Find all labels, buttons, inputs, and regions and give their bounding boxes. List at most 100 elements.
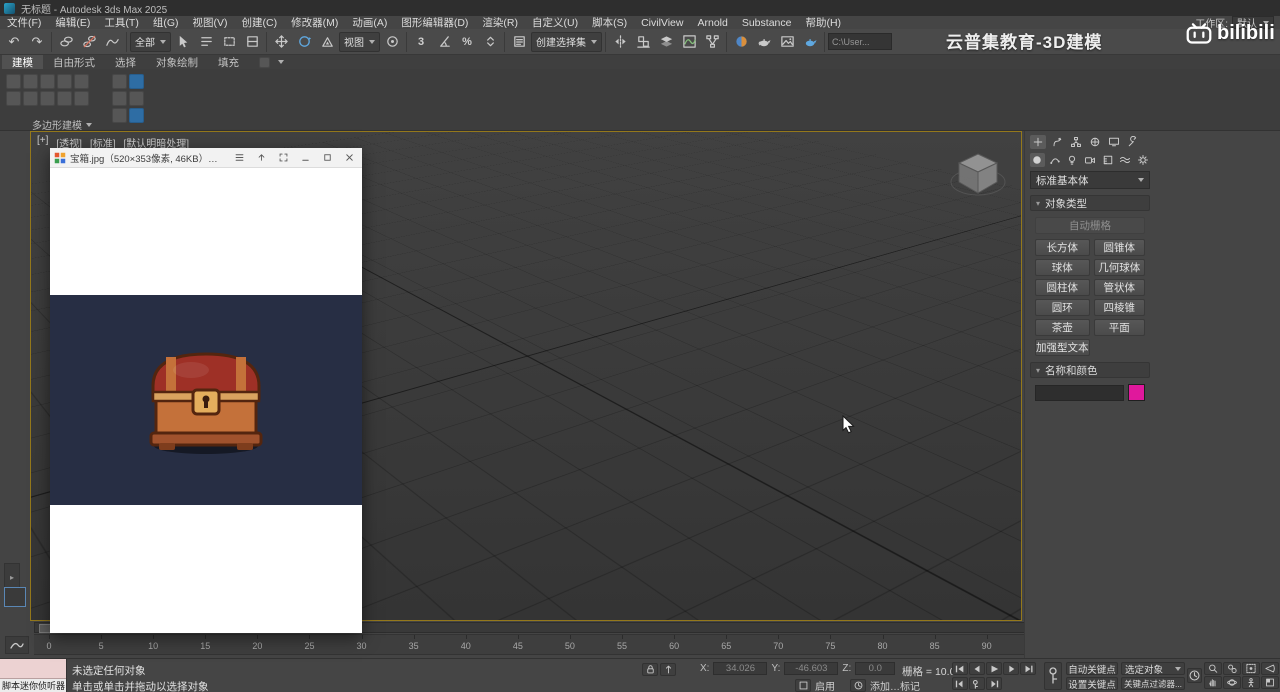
box-button[interactable]: 长方体 — [1035, 239, 1090, 256]
display-tab-icon[interactable] — [1106, 135, 1122, 149]
absolute-mode-icon[interactable] — [660, 663, 676, 676]
align-icon[interactable] — [632, 31, 654, 53]
previous-key-icon[interactable] — [952, 677, 968, 690]
redo-button[interactable]: ↷ — [26, 31, 48, 53]
next-key-icon[interactable] — [986, 677, 1002, 690]
menu-create[interactable]: 创建(C) — [235, 15, 285, 30]
menu-tools[interactable]: 工具(T) — [97, 15, 145, 30]
track-bar[interactable]: 0 5 10 15 20 25 30 35 40 45 50 55 60 65 … — [34, 634, 1106, 655]
sphere-button[interactable]: 球体 — [1035, 259, 1090, 276]
angle-snap-icon[interactable] — [433, 31, 455, 53]
previous-frame-icon[interactable] — [969, 662, 985, 675]
viewcube[interactable] — [947, 146, 1009, 204]
window-crossing-icon[interactable] — [241, 31, 263, 53]
ribbon-tab-selection[interactable]: 选择 — [105, 55, 146, 69]
select-object-icon[interactable] — [172, 31, 194, 53]
zoom-extents-icon[interactable] — [1242, 662, 1260, 675]
auto-key-button[interactable]: 自动关键点 — [1066, 662, 1118, 676]
menu-civilview[interactable]: CivilView — [634, 17, 690, 29]
spacewarps-category-icon[interactable] — [1118, 153, 1133, 167]
cylinder-button[interactable]: 圆柱体 — [1035, 279, 1090, 296]
torus-button[interactable]: 圆环 — [1035, 299, 1090, 316]
viewport-layout-tab[interactable] — [4, 587, 26, 607]
select-and-link-icon[interactable] — [55, 31, 77, 53]
menu-animation[interactable]: 动画(A) — [345, 15, 394, 30]
listener-macro-area[interactable] — [0, 659, 66, 679]
modify-mode-icon-grid[interactable] — [112, 74, 144, 123]
menu-customize[interactable]: 自定义(U) — [525, 15, 585, 30]
key-filters-button[interactable]: 关键点过滤器... — [1121, 677, 1185, 690]
viewer-fullscreen-icon[interactable] — [274, 150, 292, 166]
viewer-menu-icon[interactable] — [230, 150, 248, 166]
undo-button[interactable]: ↶ — [3, 31, 25, 53]
orbit-icon[interactable] — [1223, 676, 1241, 689]
plane-button[interactable]: 平面 — [1093, 319, 1145, 336]
geosphere-button[interactable]: 几何球体 — [1093, 259, 1145, 276]
select-by-name-icon[interactable] — [195, 31, 217, 53]
select-rotate-icon[interactable] — [293, 31, 315, 53]
schematic-view-icon[interactable] — [701, 31, 723, 53]
menu-edit[interactable]: 编辑(E) — [48, 15, 97, 30]
zoom-all-icon[interactable] — [1223, 662, 1241, 675]
polygon-modeling-icon-grid[interactable] — [6, 74, 89, 106]
zoom-icon[interactable] — [1204, 662, 1222, 675]
field-of-view-icon[interactable] — [1261, 662, 1279, 675]
viewer-title-bar[interactable]: 宝箱.jpg（520×353像素, 46KB）… — [50, 148, 362, 168]
y-coordinate-field[interactable]: -46.603 — [784, 662, 839, 675]
geometry-category-icon[interactable] — [1030, 153, 1045, 167]
unlink-selection-icon[interactable] — [78, 31, 100, 53]
walk-through-icon[interactable] — [1242, 676, 1260, 689]
object-color-swatch[interactable] — [1128, 384, 1145, 401]
selection-lock-icon[interactable] — [642, 663, 658, 676]
go-to-start-icon[interactable] — [952, 662, 968, 675]
snaps-toggle-icon[interactable]: 3 — [410, 31, 432, 53]
ribbon-tab-populate[interactable]: 填充 — [208, 55, 249, 69]
viewer-open-icon[interactable] — [252, 150, 270, 166]
hierarchy-tab-icon[interactable] — [1068, 135, 1084, 149]
maxscript-mini-listener[interactable]: 脚本迷你侦听器 — [0, 659, 67, 692]
primitive-category-dropdown[interactable]: 标准基本体 — [1030, 171, 1150, 189]
add-time-tag[interactable]: 添加…标记 — [870, 678, 920, 692]
menu-group[interactable]: 组(G) — [146, 15, 186, 30]
material-editor-icon[interactable] — [730, 31, 752, 53]
menu-file[interactable]: 文件(F) — [0, 15, 48, 30]
named-selection-dropdown[interactable]: 创建选择集 — [531, 31, 602, 52]
ribbon-section-label[interactable]: 多边形建模 — [32, 117, 92, 132]
ribbon-tab-freeform[interactable]: 自由形式 — [43, 55, 105, 69]
menu-help[interactable]: 帮助(H) — [798, 15, 848, 30]
object-name-field[interactable] — [1035, 384, 1124, 401]
go-to-end-icon[interactable] — [1020, 662, 1036, 675]
time-tag-icon[interactable] — [850, 679, 866, 692]
reference-coordsys-dropdown[interactable]: 视图 — [339, 31, 380, 52]
select-move-icon[interactable] — [270, 31, 292, 53]
maximize-viewport-icon[interactable] — [1261, 676, 1279, 689]
mini-curve-editor-button[interactable] — [5, 636, 29, 654]
autogrid-toggle[interactable]: 自动栅格 — [1035, 217, 1145, 234]
project-path-field[interactable]: C:\User... — [828, 33, 892, 50]
viewport-menu-general[interactable]: [+] — [37, 135, 48, 150]
viewer-minimize-icon[interactable] — [296, 150, 314, 166]
selection-region-icon[interactable] — [218, 31, 240, 53]
render-setup-icon[interactable] — [753, 31, 775, 53]
ribbon-config-icon[interactable] — [259, 56, 270, 68]
utilities-tab-icon[interactable] — [1125, 135, 1141, 149]
teapot-button[interactable]: 茶壶 — [1035, 319, 1090, 336]
edit-named-sets-icon[interactable] — [508, 31, 530, 53]
curve-editor-icon[interactable] — [678, 31, 700, 53]
ribbon-minimize-icon[interactable] — [278, 60, 284, 64]
viewer-maximize-icon[interactable] — [318, 150, 336, 166]
key-mode-icon[interactable] — [969, 677, 985, 690]
pyramid-button[interactable]: 四棱锥 — [1093, 299, 1145, 316]
systems-category-icon[interactable] — [1135, 153, 1150, 167]
cone-button[interactable]: 圆锥体 — [1093, 239, 1145, 256]
render-production-icon[interactable] — [799, 31, 821, 53]
next-frame-icon[interactable] — [1003, 662, 1019, 675]
time-configuration-button[interactable] — [1187, 668, 1202, 683]
bind-to-spacewarp-icon[interactable] — [101, 31, 123, 53]
tube-button[interactable]: 管状体 — [1093, 279, 1145, 296]
ribbon-tab-modeling[interactable]: 建模 — [2, 55, 43, 69]
helpers-category-icon[interactable] — [1100, 153, 1115, 167]
image-viewer-window[interactable]: 宝箱.jpg（520×353像素, 46KB）… — [50, 148, 362, 633]
rendered-frame-icon[interactable] — [776, 31, 798, 53]
menu-graph-editors[interactable]: 图形编辑器(D) — [394, 15, 475, 30]
